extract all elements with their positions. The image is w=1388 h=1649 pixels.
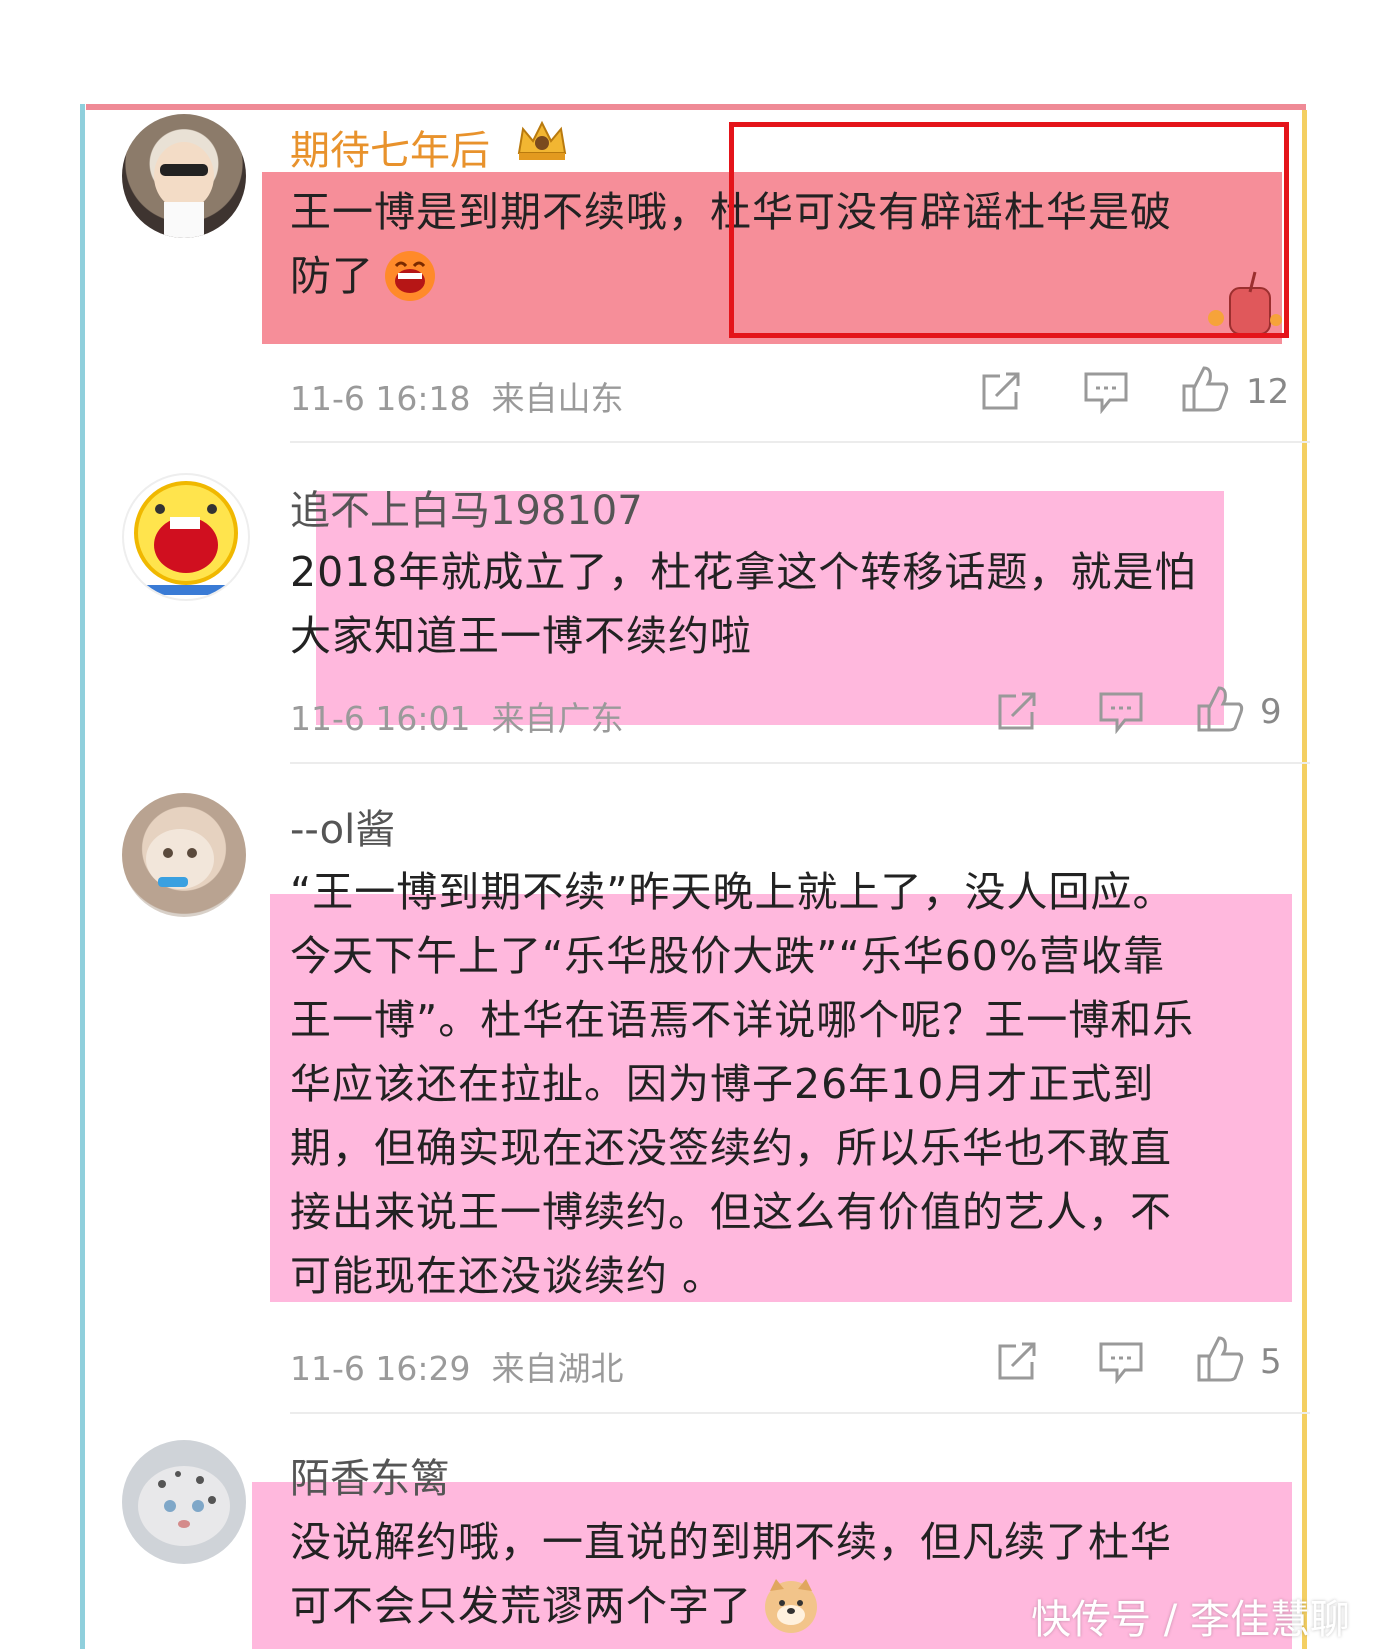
avatar[interactable] [122, 473, 250, 601]
comment-button[interactable] [1082, 370, 1130, 418]
comment-text-line: 2018年就成立了，杜花拿这个转移话题，就是怕 [290, 548, 1197, 596]
doge-emoji-icon [765, 1579, 817, 1633]
comment-time: 11-6 16:29 [290, 1349, 471, 1388]
comment-username[interactable]: 陌香东篱 [290, 1446, 450, 1504]
comment-text-line: 接出来说王一博续约。但这么有价值的艺人，不 [290, 1188, 1172, 1236]
avatar[interactable] [122, 1440, 246, 1564]
comment-username[interactable]: --ol酱 [290, 797, 395, 855]
thumbs-up-icon [1197, 1336, 1244, 1382]
red-annotation-box [729, 122, 1289, 338]
share-icon [998, 692, 1036, 730]
comment-username[interactable]: 期待七年后 [290, 118, 490, 176]
avatar-image [138, 1466, 230, 1546]
thumbs-up-icon [1182, 366, 1229, 412]
comment-text-line: 可能现在还没谈续约 。 [290, 1252, 725, 1300]
comment-button[interactable] [1097, 690, 1145, 738]
watermark: 快传号 / 李佳慧聊 [1031, 1597, 1350, 1643]
comment-button[interactable] [1097, 1340, 1145, 1388]
frame-top-border [86, 104, 1306, 110]
like-button[interactable] [1180, 364, 1232, 418]
share-button[interactable] [978, 370, 1026, 418]
frame-left-border [80, 104, 85, 1649]
share-icon [998, 1342, 1036, 1380]
comment-text-line: 没说解约哦，一直说的到期不续，但凡续了杜华 [290, 1518, 1172, 1566]
share-icon [982, 372, 1020, 410]
laughing-emoji-icon [385, 251, 435, 301]
like-count: 9 [1260, 692, 1282, 732]
comment-text-line: 王一博”。杜华在语焉不详说哪个呢？王一博和乐 [290, 996, 1195, 1044]
avatar-image [154, 142, 214, 238]
share-button[interactable] [994, 1340, 1042, 1388]
share-button[interactable] [994, 690, 1042, 738]
comment-time: 11-6 16:18 [290, 379, 471, 418]
avatar-image [128, 479, 244, 595]
comment-icon [1084, 372, 1128, 415]
avatar-image [146, 829, 214, 889]
frame-right-border [1302, 110, 1307, 1649]
comment-text-line: 可不会只发荒谬两个字了 [290, 1582, 752, 1630]
comment-meta: 11-6 16:29 来自湖北 [290, 1342, 623, 1390]
comment-location: 来自广东 [491, 699, 624, 738]
comment-text-line: “王一博到期不续”昨天晚上就上了，没人回应。 [290, 868, 1175, 916]
comment-icon [1099, 692, 1143, 735]
comment-icon [1099, 1342, 1143, 1385]
comment-text: 2018年就成立了，杜花拿这个转移话题，就是怕 大家知道王一博不续约啦 [290, 540, 1290, 668]
comment-meta: 11-6 16:18 来自山东 [290, 372, 623, 420]
crown-badge-icon [513, 117, 571, 167]
divider [290, 1412, 1310, 1414]
comment-text: “王一博到期不续”昨天晚上就上了，没人回应。 今天下午上了“乐华股价大跌”“乐华… [290, 860, 1300, 1308]
comment-text-line: 今天下午上了“乐华股价大跌”“乐华60%营收靠 [290, 932, 1165, 980]
comment-username[interactable]: 追不上白马198107 [290, 478, 643, 536]
comment-text-line: 华应该还在拉扯。因为博子26年10月才正式到 [290, 1060, 1155, 1108]
comment-time: 11-6 16:01 [290, 699, 471, 738]
comment-text-line: 期，但确实现在还没签续约，所以乐华也不敢直 [290, 1124, 1172, 1172]
comment-text-line: 防了 [290, 252, 374, 300]
divider [290, 762, 1310, 764]
comment-location: 来自山东 [491, 379, 624, 418]
like-count: 12 [1246, 372, 1290, 412]
avatar[interactable] [122, 793, 246, 917]
divider [290, 441, 1310, 443]
like-button[interactable] [1195, 684, 1247, 738]
avatar[interactable] [122, 114, 246, 238]
like-count: 5 [1260, 1342, 1282, 1382]
comment-meta: 11-6 16:01 来自广东 [290, 692, 623, 740]
like-button[interactable] [1195, 1334, 1247, 1388]
comment-location: 来自湖北 [491, 1349, 624, 1388]
comment-text-line: 大家知道王一博不续约啦 [290, 612, 752, 660]
thumbs-up-icon [1197, 686, 1244, 732]
